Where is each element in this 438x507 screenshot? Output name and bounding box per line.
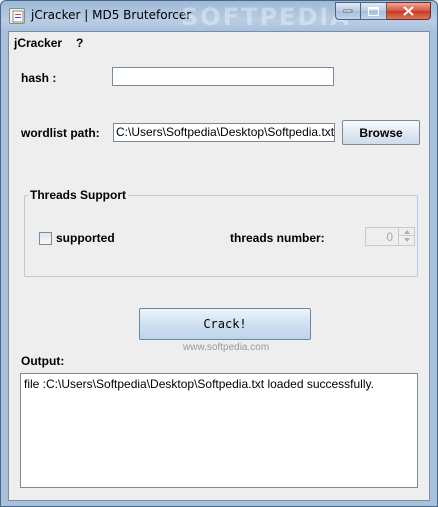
maximize-icon (368, 6, 379, 16)
softpedia-watermark: www.softpedia.com (183, 342, 270, 353)
wordlist-path-input[interactable]: C:\Users\Softpedia\Desktop\Softpedia.txt (113, 123, 335, 142)
chevron-up-icon (403, 229, 410, 234)
hash-input[interactable] (112, 67, 334, 86)
minimize-icon (343, 9, 353, 13)
threads-number-value: 0 (386, 230, 393, 244)
menu-help[interactable]: ? (76, 36, 83, 50)
threads-number-label: threads number: (230, 231, 325, 245)
app-window: jCracker | MD5 Bruteforcer SOFTPEDIA jCr… (0, 0, 438, 507)
output-textarea[interactable]: file :C:\Users\Softpedia\Desktop\Softped… (20, 373, 418, 488)
maximize-button[interactable] (361, 2, 387, 20)
hash-label: hash : (21, 71, 57, 85)
title-bar[interactable]: jCracker | MD5 Bruteforcer SOFTPEDIA (1, 1, 437, 31)
crack-button[interactable]: Crack! (139, 308, 311, 340)
close-button[interactable] (387, 2, 431, 20)
chevron-down-icon (403, 238, 410, 242)
close-icon (403, 6, 414, 16)
wordlist-label: wordlist path: (21, 126, 100, 140)
browse-button[interactable]: Browse (342, 120, 420, 145)
supported-label: supported (56, 231, 115, 245)
window-title: jCracker | MD5 Bruteforcer (31, 8, 192, 22)
menu-jcracker[interactable]: jCracker (14, 36, 62, 50)
spinner-up-button[interactable] (399, 228, 414, 236)
client-area: jCracker ? hash : wordlist path: C:\User… (8, 31, 430, 501)
app-icon (9, 8, 25, 24)
spinner-buttons (398, 228, 414, 245)
window-controls (335, 2, 431, 20)
output-label: Output: (21, 354, 65, 368)
title-watermark: SOFTPEDIA (181, 3, 351, 31)
supported-checkbox[interactable] (39, 232, 52, 245)
threads-group-title: Threads Support (28, 188, 129, 202)
threads-number-spinner[interactable]: 0 (365, 227, 415, 246)
minimize-button[interactable] (335, 2, 361, 20)
spinner-down-button[interactable] (399, 236, 414, 244)
menu-bar: jCracker ? (9, 32, 429, 54)
